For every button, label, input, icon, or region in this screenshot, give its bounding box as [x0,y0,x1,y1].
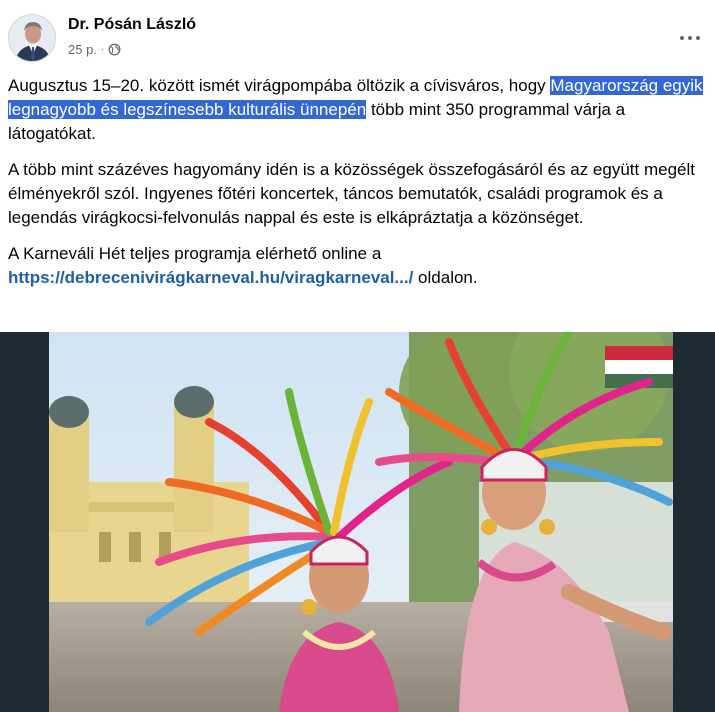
author-avatar[interactable] [8,14,56,62]
globe-icon [108,43,121,56]
post-paragraph-1: Augusztus 15–20. között ismét virágpompá… [8,74,708,146]
avatar-portrait [9,15,55,61]
post-body: Augusztus 15–20. között ismét virágpompá… [8,74,708,302]
post-time[interactable]: 25 p. [68,42,97,57]
paragraph-3-text-end: oldalon. [413,268,478,287]
author-name[interactable]: Dr. Pósán László [68,16,196,34]
post-paragraph-3: A Karneváli Hét teljes programja elérhet… [8,242,708,290]
more-options-button[interactable] [672,20,708,56]
carnival-dancers-image [49,332,673,712]
post-meta: 25 p. · [68,42,121,57]
more-horizontal-icon [680,36,684,40]
meta-separator: · [100,44,105,55]
post-photo[interactable] [0,332,715,712]
paragraph-3-text: A Karneváli Hét teljes programja elérhet… [8,244,382,263]
paragraph-1-text: Augusztus 15–20. között ismét virágpompá… [8,76,551,95]
post-paragraph-2: A több mint százéves hagyomány idén is a… [8,160,695,227]
post-header: Dr. Pósán László 25 p. · [0,0,715,70]
program-link[interactable]: https://debrecenivirágkarneval.hu/viragk… [8,268,413,287]
